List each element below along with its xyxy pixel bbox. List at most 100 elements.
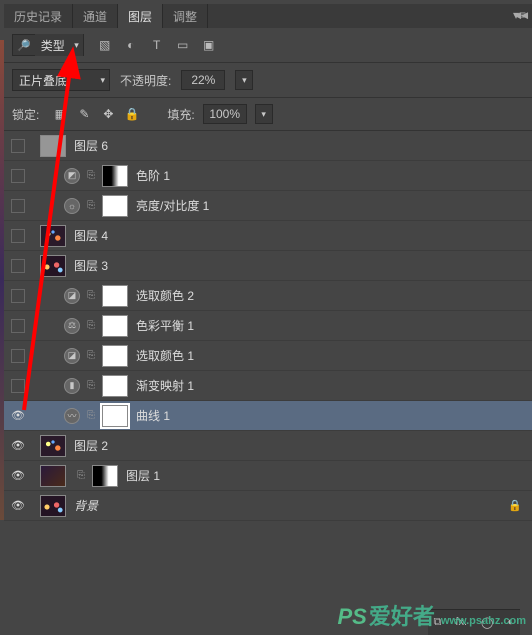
filter-kind-select[interactable]: 🔎 类型 — [12, 34, 84, 56]
mask-link-icon[interactable]: ⎘ — [84, 320, 98, 331]
adjustment-icon: ◩ — [64, 168, 80, 184]
layer-name[interactable]: 渐变映射 1 — [136, 377, 194, 394]
layer-name[interactable]: 曲线 1 — [136, 407, 170, 424]
layer-row[interactable]: ▮ ⎘ 渐变映射 1 — [4, 371, 532, 401]
mask-link-icon[interactable]: ⎘ — [84, 290, 98, 301]
lock-all-icon[interactable]: 🔒 — [123, 105, 141, 123]
layer-row[interactable]: 👁 背景 🔒 — [4, 491, 532, 521]
mask-thumb[interactable] — [102, 345, 128, 367]
visibility-toggle[interactable] — [4, 169, 32, 183]
layer-row[interactable]: 图层 3 — [4, 251, 532, 281]
visibility-toggle[interactable]: 👁 — [4, 409, 32, 422]
filter-pixel-icon[interactable]: ▧ — [96, 36, 114, 54]
mask-thumb[interactable] — [102, 405, 128, 427]
layer-row[interactable]: ⚖ ⎘ 色彩平衡 1 — [4, 311, 532, 341]
eye-icon: 👁 — [11, 439, 25, 452]
blend-mode-select[interactable]: 正片叠底 — [12, 69, 110, 91]
layer-name[interactable]: 图层 4 — [74, 227, 108, 244]
close-icon[interactable]: ◀◀ — [514, 10, 528, 21]
mask-thumb[interactable] — [102, 195, 128, 217]
tab-label: 图层 — [128, 8, 152, 25]
layer-name[interactable]: 图层 3 — [74, 257, 108, 274]
panel-tabs: 历史记录 通道 图层 调整 ▾≡ — [4, 4, 532, 28]
eye-icon: 👁 — [11, 469, 25, 482]
filter-shape-icon[interactable]: ▭ — [174, 36, 192, 54]
layer-name[interactable]: 图层 1 — [126, 467, 160, 484]
mask-link-icon[interactable]: ⎘ — [84, 380, 98, 391]
visibility-toggle[interactable]: 👁 — [4, 439, 32, 452]
layer-thumb[interactable] — [40, 135, 66, 157]
mask-thumb[interactable] — [102, 165, 128, 187]
layer-row[interactable]: 图层 6 — [4, 131, 532, 161]
visibility-toggle[interactable] — [4, 199, 32, 213]
tab-channels[interactable]: 通道 — [73, 4, 118, 28]
mask-thumb[interactable] — [102, 285, 128, 307]
layer-row[interactable]: 👁 图层 2 — [4, 431, 532, 461]
adjustment-icon: 〰 — [64, 408, 80, 424]
adjustment-icon: ⚖ — [64, 318, 80, 334]
lock-position-icon[interactable]: ✥ — [99, 105, 117, 123]
visibility-toggle[interactable] — [4, 229, 32, 243]
filter-type-icon[interactable]: T — [148, 36, 166, 54]
link-layers-icon[interactable]: ⧉ — [434, 616, 442, 629]
layer-row[interactable]: ◩ ⎘ 色阶 1 — [4, 161, 532, 191]
layer-name[interactable]: 色阶 1 — [136, 167, 170, 184]
tab-adjustments[interactable]: 调整 — [163, 4, 208, 28]
visibility-toggle[interactable] — [4, 139, 32, 153]
tab-layers[interactable]: 图层 — [118, 4, 163, 28]
eye-icon: 👁 — [11, 499, 25, 512]
adjustment-icon: ◪ — [64, 348, 80, 364]
visibility-toggle[interactable] — [4, 319, 32, 333]
layer-row[interactable]: ☼ ⎘ 亮度/对比度 1 — [4, 191, 532, 221]
mask-thumb[interactable] — [102, 375, 128, 397]
layer-name[interactable]: 色彩平衡 1 — [136, 317, 194, 334]
layer-row[interactable]: 👁 〰 ⎘ 曲线 1 — [4, 401, 532, 431]
layer-thumb[interactable] — [40, 225, 66, 247]
filter-row: 🔎 类型 ▧ ◐ T ▭ ▣ — [4, 28, 532, 63]
mask-icon[interactable]: ◯ — [481, 616, 493, 629]
layer-name[interactable]: 图层 6 — [74, 137, 108, 154]
mask-thumb[interactable] — [92, 465, 118, 487]
visibility-toggle[interactable] — [4, 349, 32, 363]
layer-row[interactable]: 👁 ⎘ 图层 1 — [4, 461, 532, 491]
layer-name[interactable]: 背景 — [74, 497, 98, 514]
layer-thumb[interactable] — [40, 465, 66, 487]
mask-link-icon[interactable]: ⎘ — [84, 350, 98, 361]
layer-name[interactable]: 亮度/对比度 1 — [136, 197, 209, 214]
layer-thumb[interactable] — [40, 435, 66, 457]
layer-thumb[interactable] — [40, 495, 66, 517]
opacity-dropdown[interactable]: ▾ — [235, 70, 253, 90]
mask-link-icon[interactable]: ⎘ — [84, 170, 98, 181]
tab-label: 调整 — [173, 8, 197, 25]
tab-history[interactable]: 历史记录 — [4, 4, 73, 28]
adjustment-layer-icon[interactable]: ◐ — [507, 616, 514, 629]
filter-kind-label: 类型 — [35, 34, 83, 56]
filter-smart-icon[interactable]: ▣ — [200, 36, 218, 54]
visibility-toggle[interactable] — [4, 259, 32, 273]
mask-link-icon[interactable]: ⎘ — [74, 470, 88, 481]
fx-icon[interactable]: fx. — [455, 616, 467, 629]
layer-name[interactable]: 图层 2 — [74, 437, 108, 454]
layer-row[interactable]: 图层 4 — [4, 221, 532, 251]
bottom-bar: ⧉ fx. ◯ ◐ — [428, 609, 520, 635]
layer-row[interactable]: ◪ ⎘ 选取颜色 2 — [4, 281, 532, 311]
mask-thumb[interactable] — [102, 315, 128, 337]
adjustment-icon: ◪ — [64, 288, 80, 304]
mask-link-icon[interactable]: ⎘ — [84, 410, 98, 421]
fill-dropdown[interactable]: ▾ — [255, 104, 273, 124]
fill-input[interactable]: 100% — [203, 104, 247, 124]
filter-adjust-icon[interactable]: ◐ — [122, 36, 140, 54]
adjustment-icon: ☼ — [64, 198, 80, 214]
visibility-toggle[interactable]: 👁 — [4, 499, 32, 512]
lock-paint-icon[interactable]: ✎ — [75, 105, 93, 123]
mask-link-icon[interactable]: ⎘ — [84, 200, 98, 211]
lock-transparent-icon[interactable]: ▦ — [51, 105, 69, 123]
layer-row[interactable]: ◪ ⎘ 选取颜色 1 — [4, 341, 532, 371]
layer-thumb[interactable] — [40, 255, 66, 277]
layer-name[interactable]: 选取颜色 1 — [136, 347, 194, 364]
layer-name[interactable]: 选取颜色 2 — [136, 287, 194, 304]
opacity-input[interactable]: 22% — [181, 70, 225, 90]
visibility-toggle[interactable] — [4, 289, 32, 303]
visibility-toggle[interactable]: 👁 — [4, 469, 32, 482]
visibility-toggle[interactable] — [4, 379, 32, 393]
